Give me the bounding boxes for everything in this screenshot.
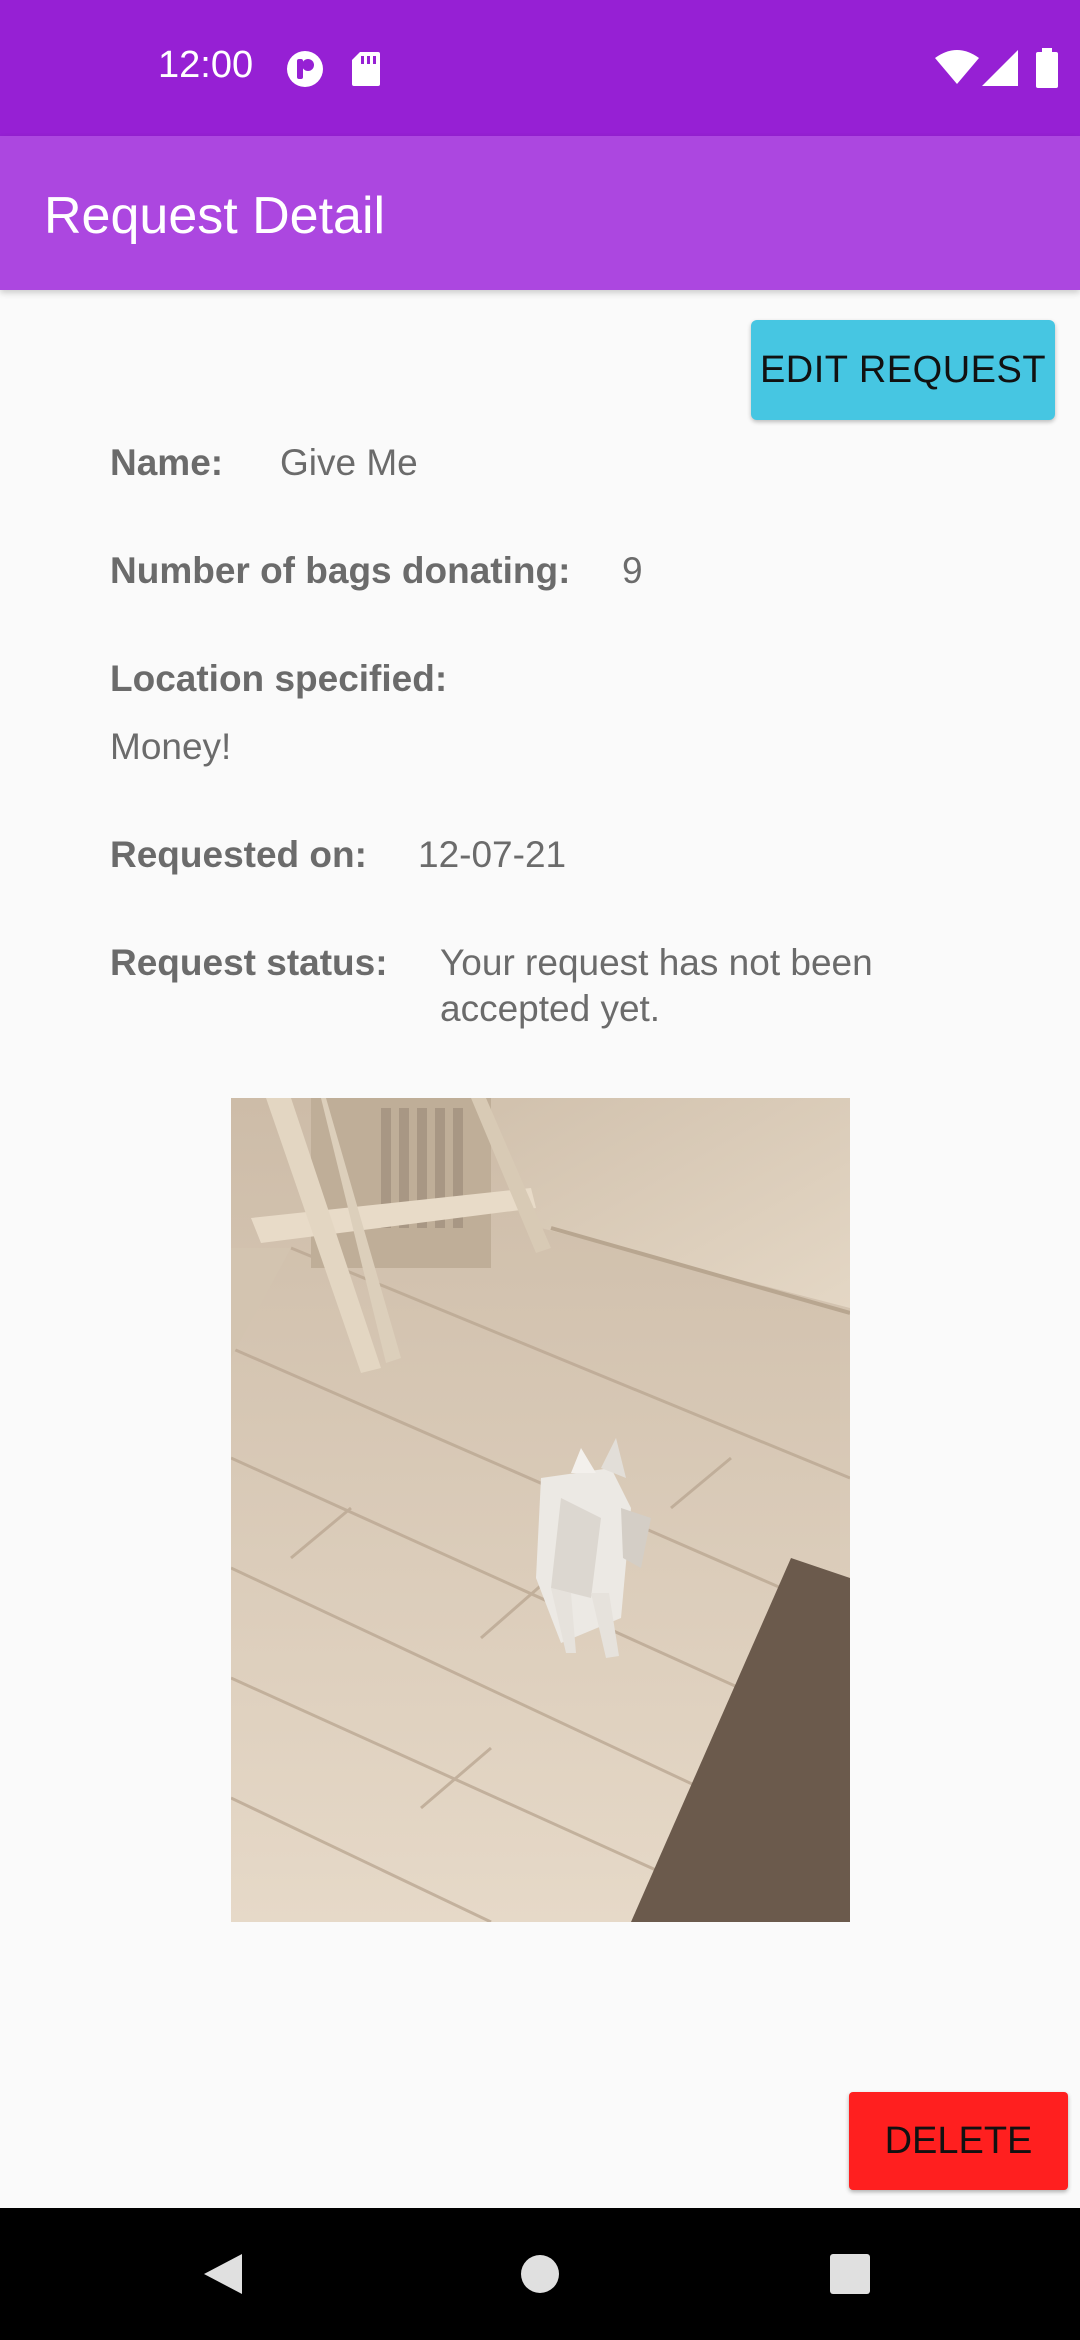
requested-on-label: Requested on: <box>110 834 367 875</box>
request-photo <box>231 1098 850 1922</box>
edit-request-button[interactable]: EDIT REQUEST <box>751 320 1055 420</box>
cell-signal-icon <box>982 50 1018 86</box>
back-icon[interactable] <box>202 2252 244 2296</box>
app-bar: Request Detail <box>0 136 1080 290</box>
status-time: 12:00 <box>158 44 254 86</box>
request-status-value-line2: accepted yet. <box>440 988 661 1029</box>
wifi-icon <box>935 50 979 84</box>
notification-icon <box>287 51 323 87</box>
sd-card-icon <box>352 52 380 86</box>
battery-icon <box>1036 48 1058 88</box>
request-status-label: Request status: <box>110 942 388 983</box>
home-icon[interactable] <box>520 2254 560 2294</box>
navigation-bar <box>0 2208 1080 2340</box>
requested-on-value: 12-07-21 <box>418 834 567 875</box>
status-bar: 12:00 <box>0 0 1080 136</box>
bags-value: 9 <box>622 550 643 591</box>
bags-label: Number of bags donating: <box>110 550 571 591</box>
delete-button[interactable]: DELETE <box>849 2092 1068 2190</box>
recents-icon[interactable] <box>830 2254 870 2294</box>
page-title: Request Detail <box>44 187 386 245</box>
location-label: Location specified: <box>110 658 448 699</box>
name-label: Name: <box>110 442 224 483</box>
name-value: Give Me <box>280 442 418 483</box>
request-status-value-line1: Your request has not been <box>440 942 873 983</box>
location-value: Money! <box>110 726 232 767</box>
